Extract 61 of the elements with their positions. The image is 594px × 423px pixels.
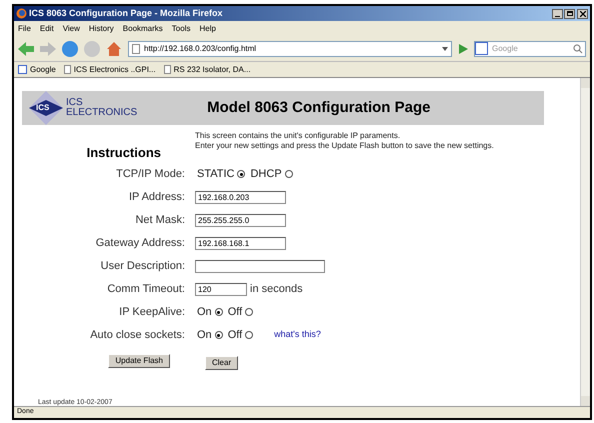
- minimize-button[interactable]: [552, 8, 563, 18]
- menu-item[interactable]: History: [88, 22, 114, 34]
- scrollbar[interactable]: [580, 78, 590, 406]
- help-link[interactable]: what's this?: [274, 328, 321, 342]
- go-icon[interactable]: [458, 44, 468, 54]
- field-label: TCP/IP Mode:: [115, 166, 186, 182]
- page-icon: [132, 44, 140, 54]
- option-label: On: [197, 328, 212, 343]
- bookmark-item[interactable]: ICS Electronics ..GPI...: [64, 64, 156, 76]
- maximize-button[interactable]: [564, 8, 575, 18]
- option-label: On: [197, 304, 212, 320]
- radio-button[interactable]: [245, 331, 254, 339]
- dropdown-icon[interactable]: [442, 46, 448, 50]
- instructions-heading: Instructions: [86, 144, 162, 162]
- unit-label: in seconds: [250, 282, 303, 297]
- field-label: IP Address:: [128, 190, 186, 205]
- browser-icon: [16, 8, 27, 19]
- logo-text: ELECTRONICS: [66, 108, 138, 118]
- radio-button[interactable]: [214, 308, 223, 316]
- field-label: Comm Timeout:: [106, 282, 186, 297]
- form-button[interactable]: Update Flash: [108, 354, 170, 368]
- menu-item[interactable]: Edit: [40, 22, 54, 34]
- bookmark-item[interactable]: RS 232 Isolator, DA...: [164, 64, 251, 76]
- instruction-text: This screen contains the unit's configurable IP paraments.: [195, 131, 402, 141]
- menu-item[interactable]: File: [18, 22, 31, 34]
- text-field[interactable]: [195, 260, 325, 272]
- field-label: User Description:: [100, 258, 186, 274]
- address-bar[interactable]: http://192.168.0.203/config.html: [128, 40, 452, 56]
- radio-button[interactable]: [214, 331, 223, 339]
- page-heading: Model 8063 Configuration Page: [207, 98, 430, 118]
- radio-button[interactable]: [284, 170, 293, 178]
- option-label: Off: [228, 328, 242, 343]
- text-field[interactable]: 255.255.255.0: [195, 214, 286, 226]
- menu-item[interactable]: Bookmarks: [122, 22, 163, 34]
- logo-text: ICS: [66, 98, 84, 108]
- text-field[interactable]: 120: [195, 282, 247, 296]
- field-label: Net Mask:: [134, 212, 186, 228]
- close-button[interactable]: [577, 8, 588, 18]
- form-button[interactable]: Clear: [205, 356, 238, 370]
- logo-icon: [29, 91, 63, 125]
- radio-button[interactable]: [245, 308, 254, 316]
- menu-item[interactable]: View: [62, 22, 80, 34]
- instruction-text: Enter your new settings and press the Update Flash button to save the new settings.: [195, 141, 494, 151]
- option-label: DHCP: [250, 166, 282, 182]
- radio-button[interactable]: [237, 170, 246, 178]
- logo-mark: ICS: [36, 102, 50, 114]
- window-title: ICS 8063 Configuration Page - Mozilla Firefox: [29, 6, 224, 20]
- field-label: IP KeepAlive:: [118, 304, 186, 320]
- bookmark-item[interactable]: Google: [18, 64, 56, 76]
- home-icon[interactable]: [106, 40, 122, 56]
- text-field[interactable]: 192.168.168.1: [195, 236, 286, 250]
- search-icon[interactable]: [573, 44, 583, 54]
- option-label: Off: [228, 304, 242, 320]
- menu-item[interactable]: Tools: [172, 22, 190, 34]
- url-text: http://192.168.0.203/config.html: [144, 42, 258, 54]
- text-field[interactable]: 192.168.0.203: [195, 190, 286, 204]
- field-label: Auto close sockets:: [89, 328, 186, 343]
- option-label: STATIC: [197, 166, 234, 182]
- field-label: Gateway Address:: [94, 236, 186, 251]
- search-placeholder: Google: [492, 42, 519, 54]
- menu-item[interactable]: Help: [199, 22, 216, 34]
